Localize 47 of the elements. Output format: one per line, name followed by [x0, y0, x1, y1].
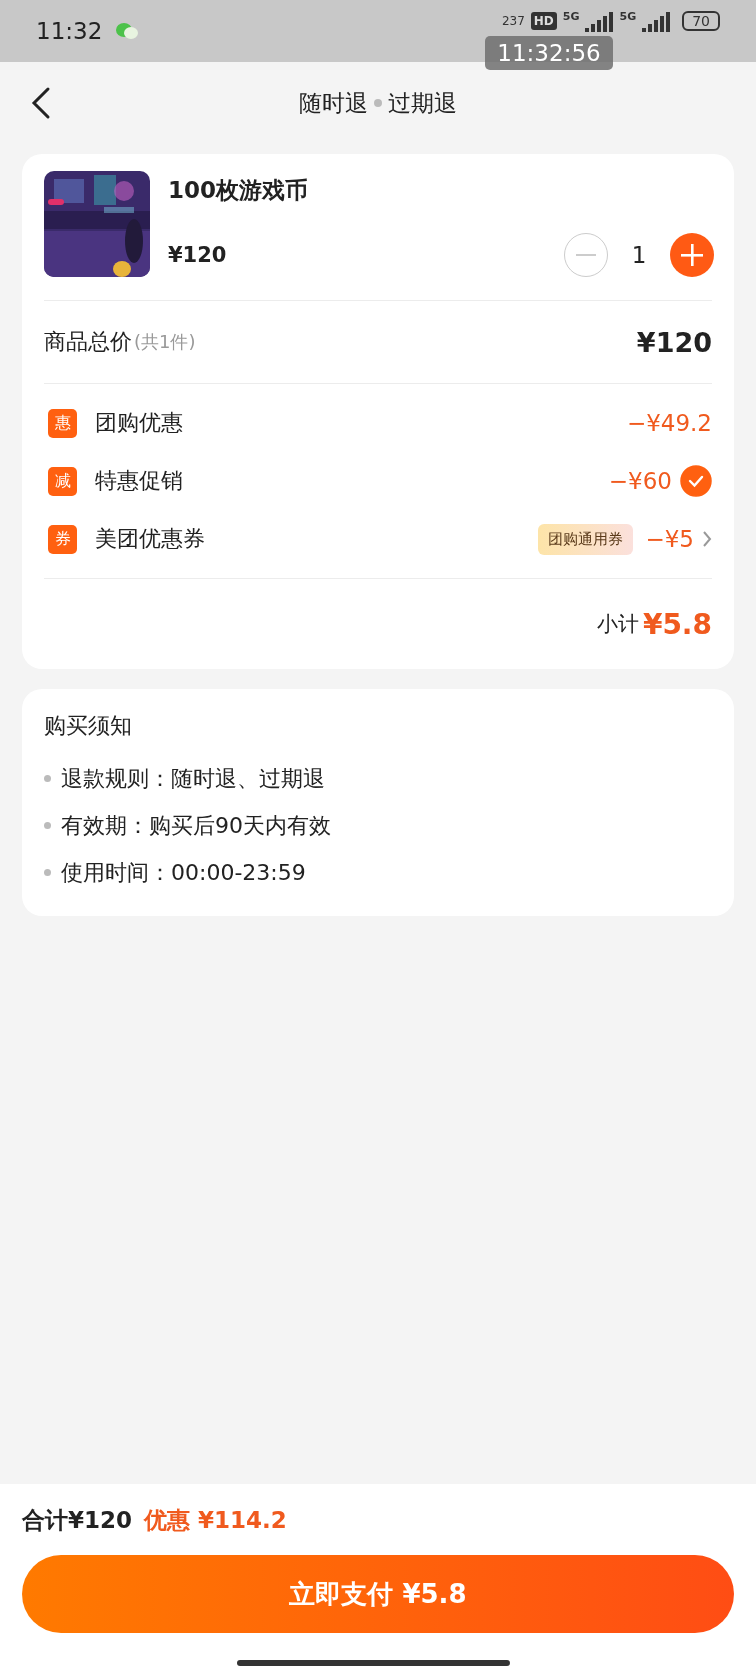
check-icon[interactable]: [680, 465, 712, 497]
bullet-dot: [44, 775, 51, 782]
recording-timestamp: 11:32:56: [485, 36, 613, 70]
network-speed: 237: [501, 15, 525, 27]
coupon-tag: 团购通用券: [538, 523, 634, 555]
plus-icon: [681, 244, 703, 266]
total-label: 商品总价: [44, 328, 132, 356]
discount-amount: −¥5: [645, 526, 694, 552]
savings-amount: 优惠 ¥114.2: [144, 1505, 287, 1535]
notice-item: 有效期：购买后90天内有效: [61, 811, 331, 840]
status-time: 11:32: [36, 18, 103, 44]
signal-icon: [585, 10, 614, 32]
discount-label: 特惠促销: [95, 467, 183, 495]
chevron-right-icon[interactable]: [702, 530, 712, 548]
notice-title: 购买须知: [44, 712, 133, 740]
discount-badge: 惠: [48, 408, 77, 438]
discount-label: 美团优惠券: [95, 525, 205, 553]
chat-app-icon: [116, 22, 139, 40]
discount-badge: 券: [48, 524, 77, 554]
total-amount: ¥120: [636, 326, 712, 358]
notice-item: 使用时间：00:00-23:59: [61, 858, 306, 887]
quantity-value: 1: [630, 242, 648, 268]
network-type: 5G: [619, 10, 637, 23]
separator-dot: [374, 99, 382, 107]
battery-icon: 70: [682, 11, 720, 31]
hd-badge: HD: [530, 12, 557, 30]
discount-label: 团购优惠: [95, 409, 183, 437]
page-title: 随时退: [299, 88, 368, 118]
product-price: ¥120: [168, 243, 227, 267]
subtotal-label: 小计: [596, 611, 639, 638]
bullet-dot: [44, 869, 51, 876]
back-icon[interactable]: [30, 86, 52, 120]
notice-item: 退款规则：随时退、过期退: [61, 764, 325, 793]
order-total: 合计¥120: [22, 1505, 132, 1535]
page-title: 过期退: [388, 88, 457, 118]
bullet-dot: [44, 822, 51, 829]
increase-button[interactable]: [670, 233, 714, 277]
product-title: 100枚游戏币: [168, 176, 309, 205]
subtotal-amount: ¥5.8: [642, 607, 712, 641]
signal-icon: [642, 10, 671, 32]
network-type: 5G: [562, 10, 580, 23]
discount-amount: −¥49.2: [626, 410, 712, 436]
discount-amount: −¥60: [608, 468, 672, 494]
item-count: (共1件): [134, 330, 196, 354]
pay-button[interactable]: 立即支付 ¥5.8: [22, 1555, 734, 1633]
minus-icon: [576, 253, 596, 257]
discount-badge: 减: [48, 466, 77, 496]
